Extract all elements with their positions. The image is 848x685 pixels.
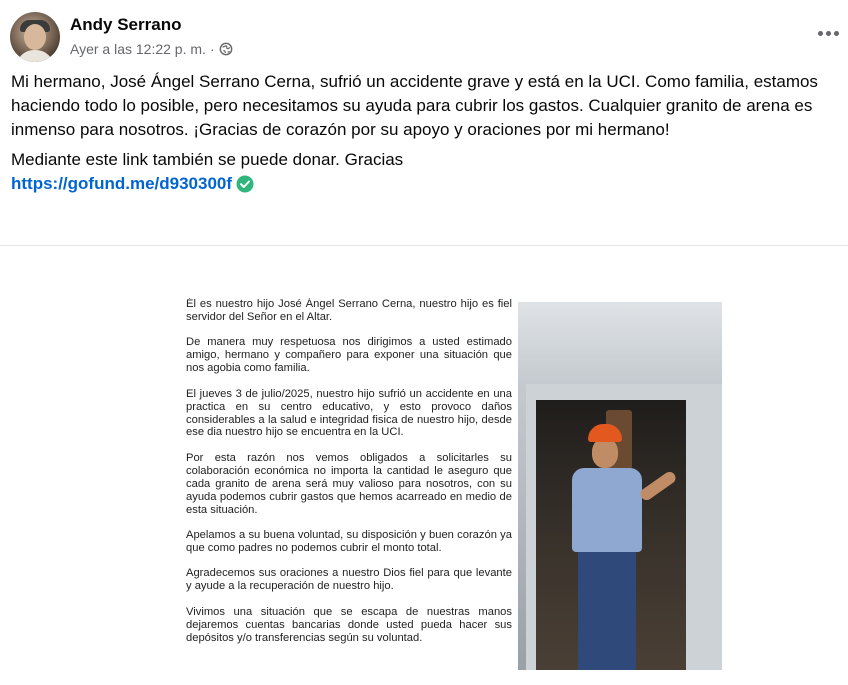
more-dot xyxy=(817,30,823,36)
globe-icon[interactable] xyxy=(219,42,233,56)
letter-paragraph: Apelamos a su buena voluntad, su disposi… xyxy=(186,529,512,554)
photo-shirt xyxy=(572,468,642,552)
meta-separator: · xyxy=(209,41,215,57)
verified-check-icon xyxy=(236,175,254,193)
photo-head xyxy=(592,438,618,468)
post-body: Mi hermano, José Ángel Serrano Cerna, su… xyxy=(11,70,839,196)
photo-wall xyxy=(518,302,722,384)
link-row: https://gofund.me/d930300f xyxy=(11,172,839,196)
letter-text: Él es nuestro hijo José Ángel Serrano Ce… xyxy=(186,298,512,683)
letter-paragraph: El jueves 3 de julio/2025, nuestro hijo … xyxy=(186,387,512,439)
timestamp[interactable]: Ayer a las 12:22 p. m. xyxy=(70,41,206,57)
photo-of-son xyxy=(518,302,722,670)
letter-paragraph: Agradecemos sus oraciones a nuestro Dios… xyxy=(186,567,512,593)
letter-paragraph: Por esta razón nos vemos obligados a sol… xyxy=(186,451,512,516)
more-dot xyxy=(825,30,831,36)
post-meta: Ayer a las 12:22 p. m. · xyxy=(70,41,233,57)
letter-paragraph: Él es nuestro hijo José Ángel Serrano Ce… xyxy=(186,298,512,323)
author-name[interactable]: Andy Serrano xyxy=(70,15,181,35)
letter-paragraph: De manera muy respetuosa nos dirigimos a… xyxy=(186,336,512,375)
post-paragraph: Mediante este link también se puede dona… xyxy=(11,150,404,169)
avatar-face xyxy=(24,24,46,50)
donation-link[interactable]: https://gofund.me/d930300f xyxy=(11,172,232,196)
avatar-shirt xyxy=(16,50,54,62)
more-dot xyxy=(833,30,839,36)
letter-paragraph: Vivimos una situación que se escapa de n… xyxy=(186,605,512,644)
avatar[interactable] xyxy=(10,12,60,62)
post-paragraph: Mi hermano, José Ángel Serrano Cerna, su… xyxy=(11,72,818,139)
post-header: Andy Serrano Ayer a las 12:22 p. m. · xyxy=(10,12,840,64)
photo-jeans xyxy=(578,552,636,670)
more-options-icon[interactable] xyxy=(816,26,840,40)
